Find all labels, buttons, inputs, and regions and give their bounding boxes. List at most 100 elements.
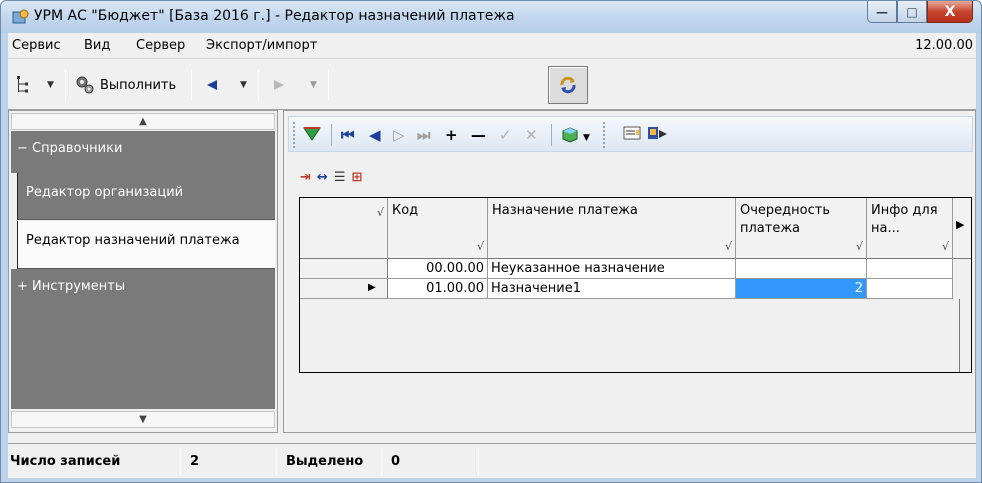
- tree-view-button[interactable]: [16, 72, 32, 98]
- confirm-icon: ✓: [499, 126, 512, 144]
- nav-group-label: Инструменты: [32, 279, 126, 294]
- cell-purpose[interactable]: Неуказанное назначение: [488, 259, 736, 279]
- confirm-button[interactable]: ✓: [499, 126, 512, 144]
- import-icon: ⇥: [300, 169, 311, 185]
- menu-server[interactable]: Сервер: [136, 38, 185, 53]
- last-record-button[interactable]: ⏭: [417, 126, 431, 144]
- data-grid[interactable]: √ Код √ Назначение платежа √ Очередность п…: [299, 197, 972, 373]
- cancel-icon: ✕: [525, 126, 538, 144]
- grid-scroll-right[interactable]: ▶: [953, 198, 971, 259]
- grid-empty-area: [388, 299, 960, 372]
- cell-info[interactable]: [867, 259, 953, 279]
- column-header-purpose[interactable]: Назначение платежа √: [488, 198, 736, 259]
- maximize-button[interactable]: □: [897, 1, 927, 23]
- status-separator: [276, 448, 277, 475]
- close-icon: X: [944, 3, 956, 20]
- chevron-down-icon: ▼: [310, 80, 317, 90]
- column-header-label: Инфо для на...: [871, 203, 938, 236]
- editor-panel: ⏮ ◀ ▷ ⏭ + — ✓ ✕ ▼ ⇥ ↔ ☰ ⊞ √ Код √ Назнач…: [283, 110, 976, 433]
- filter-button[interactable]: [303, 126, 321, 146]
- minimize-button[interactable]: —: [867, 1, 897, 23]
- delete-record-button[interactable]: —: [471, 126, 486, 144]
- sort-icon: √: [855, 240, 863, 253]
- selected-count-label: Выделено: [286, 454, 364, 469]
- row-indicator[interactable]: ▶: [300, 279, 388, 299]
- version-label: 12.00.00: [915, 38, 973, 53]
- row-indicator[interactable]: [300, 259, 388, 279]
- row-indicator-header[interactable]: √: [300, 198, 388, 259]
- next-record-button[interactable]: ▷: [393, 126, 405, 144]
- forward-dropdown[interactable]: ▼: [310, 72, 317, 98]
- selected-count-value: 0: [391, 454, 401, 469]
- nav-scroll-down[interactable]: ▼: [11, 411, 275, 428]
- sort-icon: √: [376, 206, 384, 219]
- cell-priority[interactable]: [736, 259, 867, 279]
- refresh-button[interactable]: [548, 66, 588, 104]
- records-count-value: 2: [190, 454, 200, 469]
- list-icon: ☰: [333, 169, 346, 185]
- app-icon: [12, 9, 29, 24]
- cube-dropdown[interactable]: ▼: [583, 129, 590, 147]
- column-header-label: Очередность платежа: [740, 203, 830, 236]
- forward-button[interactable]: [272, 72, 286, 98]
- nav-item-label: Редактор организаций: [26, 185, 184, 200]
- toolbar-grip[interactable]: [293, 122, 296, 148]
- next-record-icon: ▷: [393, 126, 405, 144]
- cell-priority-selected[interactable]: 2: [736, 279, 867, 299]
- import-button[interactable]: ⇥: [300, 170, 311, 185]
- export-button[interactable]: [647, 126, 669, 146]
- tree-icon: [17, 76, 28, 93]
- nav-group-tools[interactable]: + Инструменты: [11, 269, 275, 409]
- column-settings-button[interactable]: ⊞: [351, 170, 362, 185]
- cell-info[interactable]: [867, 279, 953, 299]
- add-record-button[interactable]: +: [445, 126, 458, 144]
- execute-button[interactable]: Выполнить: [74, 72, 176, 98]
- nav-group-directories[interactable]: − Справочники: [11, 131, 275, 173]
- chevron-down-icon: ▼: [139, 414, 147, 425]
- chevron-down-icon: ▼: [240, 80, 247, 90]
- back-dropdown[interactable]: ▼: [240, 72, 247, 98]
- title-bar[interactable]: УРМ АС "Бюджет" [База 2016 г.] - Редакто…: [1, 1, 981, 33]
- close-button[interactable]: X: [927, 1, 973, 23]
- cube-button[interactable]: [561, 126, 579, 148]
- maximize-icon: □: [906, 4, 918, 19]
- menu-service[interactable]: Сервис: [12, 38, 61, 53]
- cell-code[interactable]: 01.00.00: [388, 279, 488, 299]
- collapse-icon: −: [17, 141, 28, 156]
- column-header-code[interactable]: Код √: [388, 198, 488, 259]
- menu-view[interactable]: Вид: [84, 38, 110, 53]
- column-header-info[interactable]: Инфо для на... √: [867, 198, 953, 259]
- navigation-panel: ▲ − Справочники Редактор организаций Ред…: [8, 110, 278, 433]
- report-button[interactable]: [623, 126, 641, 144]
- minimize-icon: —: [876, 4, 888, 19]
- back-arrow-icon: [207, 80, 217, 90]
- chevron-right-icon: ▶: [956, 218, 965, 231]
- cancel-button[interactable]: ✕: [525, 126, 538, 144]
- toolbar-separator: [65, 70, 66, 100]
- execute-label: Выполнить: [100, 77, 177, 93]
- back-button[interactable]: [205, 72, 219, 98]
- swap-button[interactable]: ↔: [317, 170, 328, 185]
- prev-record-button[interactable]: ◀: [369, 126, 381, 144]
- tree-view-dropdown[interactable]: ▼: [47, 72, 54, 98]
- last-record-icon: ⏭: [417, 126, 431, 144]
- toolbar-separator: [328, 70, 329, 100]
- nav-item-organizations-editor[interactable]: Редактор организаций: [17, 173, 275, 220]
- window-title: УРМ АС "Бюджет" [База 2016 г.] - Редакто…: [34, 8, 515, 24]
- column-settings-icon: ⊞: [351, 169, 363, 185]
- prev-record-icon: ◀: [369, 126, 381, 144]
- nav-scroll-up[interactable]: ▲: [11, 113, 275, 130]
- first-record-button[interactable]: ⏮: [341, 126, 355, 144]
- chevron-down-icon: ▼: [47, 80, 54, 90]
- sort-icon: √: [724, 240, 732, 253]
- cell-code[interactable]: 00.00.00: [388, 259, 488, 279]
- chevron-down-icon: ▼: [583, 133, 590, 143]
- nav-group-label: Справочники: [32, 141, 123, 156]
- add-icon: +: [445, 126, 458, 144]
- cell-purpose[interactable]: Назначение1: [488, 279, 736, 299]
- list-button[interactable]: ☰: [334, 170, 346, 185]
- column-header-priority[interactable]: Очередность платежа √: [736, 198, 867, 259]
- toolbar-grip[interactable]: [603, 122, 606, 148]
- menu-export-import[interactable]: Экспорт/импорт: [206, 38, 317, 53]
- nav-item-payment-purpose-editor[interactable]: Редактор назначений платежа: [17, 221, 275, 269]
